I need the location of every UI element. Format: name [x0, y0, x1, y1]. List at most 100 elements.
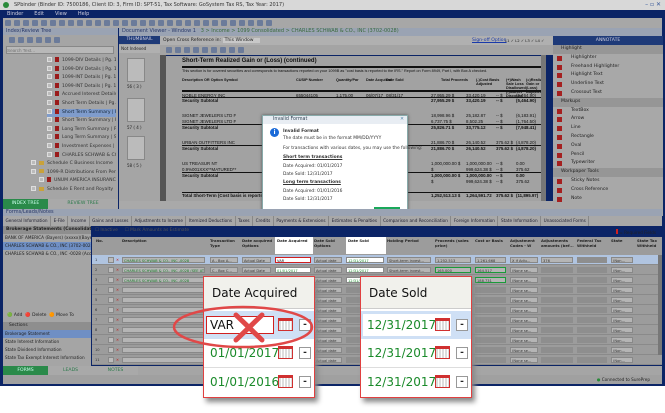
toolbar-icon[interactable] — [112, 20, 119, 26]
tree-item[interactable]: 1099-INT Details | Pg. 18 (20) — [47, 74, 116, 82]
forms-tab[interactable]: General Information — [3, 216, 52, 226]
grid-cell-hold[interactable]: Short-term invest... — [387, 267, 431, 273]
rotate-icon[interactable] — [201, 47, 208, 53]
row-checkbox[interactable] — [108, 287, 114, 293]
grid-column-header[interactable]: Date Acquired — [275, 237, 313, 254]
grid-cell-adj-amt[interactable] — [541, 297, 573, 303]
inactive-checkbox[interactable]: ☐ Inactive — [95, 228, 118, 233]
grid-column-header[interactable]: State — [611, 238, 635, 244]
grid-column-header[interactable]: Date Sold — [346, 237, 386, 254]
fed-tax-field[interactable] — [577, 257, 607, 263]
calendar-icon[interactable] — [435, 346, 450, 359]
tree-checkbox[interactable] — [47, 143, 52, 148]
annotate-section[interactable]: Markups — [553, 97, 663, 107]
delete-row-icon[interactable]: ✕ — [115, 317, 121, 323]
section-item[interactable]: State Tax Exempt Interest Information — [3, 354, 91, 362]
forms-tab[interactable]: Foreign Information — [451, 216, 499, 226]
tab-leads[interactable]: LEADS — [48, 366, 93, 375]
grid-cell-cost[interactable] — [475, 297, 506, 303]
annotate-tool[interactable]: Sticky Notes — [553, 177, 663, 186]
tree-checkbox[interactable] — [47, 82, 52, 88]
annotate-tool[interactable]: Oval — [553, 142, 663, 151]
grid-column-header[interactable]: Date Sold Options — [314, 238, 344, 248]
grid-cell-acq-opt[interactable]: Actual Date — [242, 257, 271, 263]
signoff-level-2[interactable]: L2 ✓ — [515, 38, 524, 43]
fed-tax-field[interactable] — [577, 267, 607, 273]
undo-icon[interactable] — [210, 47, 217, 53]
forms-tab[interactable]: Income — [68, 216, 90, 226]
grid-cell-adj-code[interactable]: (None se... — [510, 357, 538, 363]
dialog-close-icon[interactable]: ✕ — [400, 116, 404, 124]
grid-cell-adj-code[interactable]: (None se... — [510, 277, 538, 283]
tree-checkbox[interactable] — [31, 186, 36, 191]
tree-item[interactable]: 1099-DIV Details | Pg. 17 (19) — [47, 65, 116, 74]
clear-button[interactable]: - — [456, 376, 468, 388]
fed-tax-field[interactable] — [577, 287, 607, 293]
grid-cell-sold-opt[interactable]: Actual date — [314, 267, 342, 273]
annotate-section[interactable]: Workpaper Tools — [553, 168, 663, 177]
toolbar-icon[interactable] — [40, 20, 47, 26]
toolbar-icon[interactable] — [94, 20, 101, 26]
calendar-icon[interactable] — [278, 375, 293, 388]
hand-icon[interactable] — [219, 47, 226, 53]
tree-checkbox[interactable] — [31, 160, 36, 166]
fed-tax-field[interactable] — [577, 277, 607, 283]
menu-view[interactable]: View — [55, 11, 67, 17]
toolbar-icon[interactable] — [202, 20, 209, 26]
section-item[interactable]: State Interest Information — [3, 338, 91, 346]
toolbar-icon[interactable] — [85, 20, 92, 26]
tree-item[interactable]: Long Term Summary | Pg. 2 — [47, 125, 116, 134]
clear-button[interactable]: - — [456, 319, 468, 331]
grid-cell-acq[interactable]: VAR — [275, 257, 311, 263]
tree-checkbox[interactable] — [47, 125, 52, 131]
statement-item-selected[interactable]: CHARLES SCHWAB & CO., INC (3702-0028) — [3, 242, 91, 250]
forms-tab[interactable]: Payments & Extensions — [273, 216, 330, 226]
annotate-tool[interactable]: Typewriter — [553, 159, 663, 168]
tree-tool-icon[interactable] — [44, 37, 51, 43]
fed-tax-field[interactable] — [577, 317, 607, 323]
move-to-button[interactable]: 🟠 Move To — [49, 313, 74, 318]
grid-cell-state[interactable]: (Non... — [611, 277, 633, 283]
grid-cell-cost[interactable] — [475, 347, 506, 353]
statement-item[interactable]: BANK OF AMERICA (Bayers) (xxxxx)(Bayers) — [3, 234, 91, 242]
grid-cell-cost[interactable] — [475, 337, 506, 343]
annotate-tool[interactable]: Note — [553, 195, 663, 204]
fed-tax-field[interactable] — [577, 307, 607, 313]
forms-tab[interactable]: Taxes — [235, 216, 254, 226]
row-checkbox[interactable] — [108, 257, 114, 263]
tree-checkbox[interactable] — [47, 91, 52, 97]
forms-tab[interactable]: E-File — [51, 216, 69, 226]
toolbar-icon[interactable] — [247, 20, 254, 26]
tree-item[interactable]: Short Term Details | Pg. 21 G — [47, 100, 116, 108]
grid-cell-adj-amt[interactable] — [541, 287, 573, 293]
tree-item[interactable]: 1099-INT Details | Pg. 19 (21) — [47, 82, 116, 91]
calendar-icon[interactable] — [435, 375, 450, 388]
grid-cell-cost[interactable] — [475, 307, 506, 313]
grid-cell-state[interactable]: (Non... — [611, 317, 633, 323]
rotate-icon[interactable] — [192, 47, 199, 53]
tab-index-tree[interactable]: INDEX TREE — [3, 199, 48, 209]
grid-cell-state[interactable]: (Non... — [611, 347, 633, 353]
delete-row-icon[interactable]: ✕ — [115, 267, 121, 273]
grid-cell-state[interactable]: (Non... — [611, 337, 633, 343]
grid-cell-adj-code[interactable]: (None se... — [510, 327, 538, 333]
grid-cell-adj-amt[interactable] — [541, 337, 573, 343]
delete-row-icon[interactable]: ✕ — [115, 327, 121, 333]
delete-row-icon[interactable]: ✕ — [115, 257, 121, 263]
grid-cell-cost[interactable]: 1,261,668 — [475, 257, 506, 263]
grid-cell-desc[interactable]: CHARLES SCHWAB & CO., INC -0028 — [122, 277, 205, 283]
row-checkbox[interactable] — [108, 347, 114, 353]
tree-tool-icon[interactable] — [26, 37, 33, 43]
delete-row-icon[interactable]: ✕ — [115, 357, 121, 363]
grid-scrollbar[interactable] — [658, 255, 662, 355]
row-checkbox[interactable] — [108, 267, 114, 273]
grid-column-header[interactable]: Proceeds (sales price) — [435, 238, 473, 248]
grid-cell-acq-opt[interactable]: Actual Date — [242, 267, 271, 273]
annotate-tool[interactable]: Highlighter — [553, 54, 663, 63]
grid-cell-cost[interactable]: 164,517 — [475, 267, 506, 273]
tree-search-input[interactable] — [6, 46, 114, 54]
toolbar-icon[interactable] — [103, 20, 110, 26]
delete-button[interactable]: 🔴 Delete — [25, 313, 46, 318]
grid-column-header[interactable]: Federal Tax Withheld — [577, 238, 609, 248]
grid-column-header[interactable]: Description — [122, 238, 207, 244]
